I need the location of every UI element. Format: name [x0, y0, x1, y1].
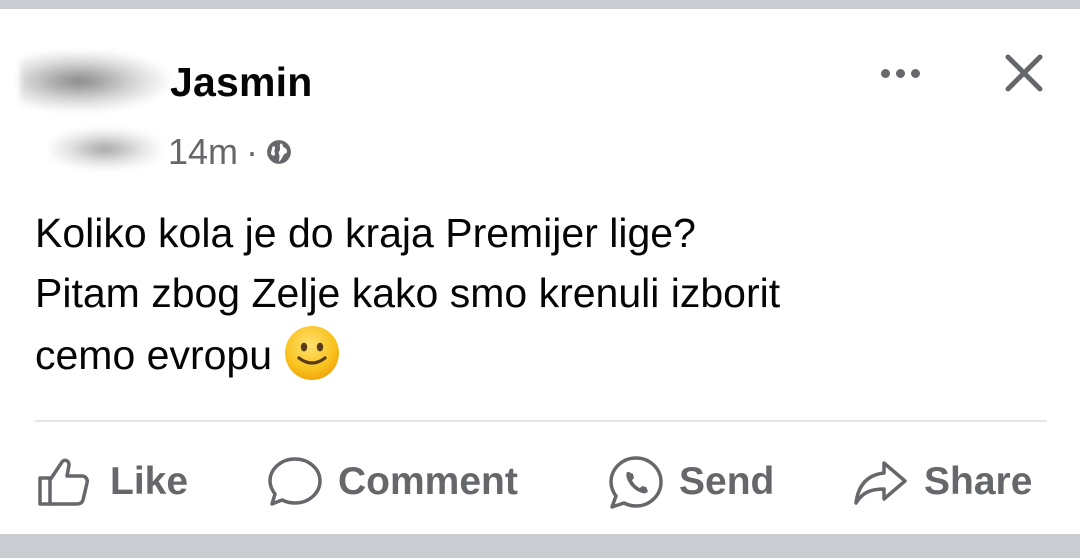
post-header: Jasmin 14m ·: [20, 29, 1060, 172]
more-options-icon[interactable]: [870, 53, 930, 93]
avatar[interactable]: [20, 51, 168, 111]
send-button[interactable]: Send: [607, 434, 774, 529]
post-text-line: cemo evropu: [35, 323, 1045, 385]
comment-icon: [268, 456, 322, 506]
post-action-bar: Like Comment Send Share: [0, 434, 1080, 529]
comment-label: Comment: [338, 459, 518, 503]
meta-separator: ·: [246, 131, 259, 172]
share-button[interactable]: Share: [852, 434, 1032, 529]
post-text-line: Koliko kola je do kraja Premijer lige?: [35, 210, 696, 256]
whatsapp-icon: [609, 455, 663, 509]
globe-icon[interactable]: [266, 139, 292, 165]
share-arrow-icon: [854, 460, 907, 505]
post-text: Koliko kola je do kraja Premijer lige? P…: [35, 203, 1045, 385]
comment-button[interactable]: Comment: [266, 434, 518, 529]
author-name[interactable]: Jasmin: [170, 59, 313, 106]
divider: [35, 420, 1047, 422]
post-meta: 14m ·: [168, 131, 292, 173]
close-icon[interactable]: [1000, 49, 1048, 97]
like-label: Like: [110, 459, 189, 503]
thumbs-up-icon: [38, 458, 89, 506]
slightly-smiling-face-icon: [285, 326, 340, 380]
share-label: Share: [924, 459, 1033, 503]
send-label: Send: [679, 459, 775, 503]
post-card: Jasmin 14m · Koliko kola je do kraja Pre…: [0, 9, 1080, 534]
post-text-line: Pitam zbog Zelje kako smo krenuli izbori…: [35, 270, 781, 316]
post-time[interactable]: 14m: [168, 131, 238, 173]
like-button[interactable]: Like: [36, 434, 188, 529]
redacted-author-detail: [50, 129, 160, 169]
